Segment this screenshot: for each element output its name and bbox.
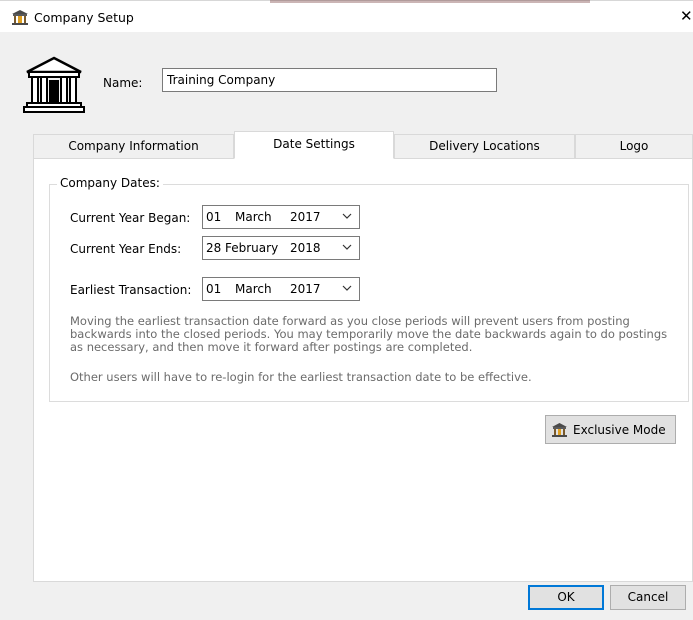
earliest-transaction-month: March <box>235 282 272 296</box>
earliest-transaction-label: Earliest Transaction: <box>70 283 192 297</box>
title-bar: Company Setup ✕ <box>0 0 693 32</box>
tab-logo[interactable]: Logo <box>575 134 693 158</box>
current-year-began-month: March <box>235 210 272 224</box>
company-name-input[interactable] <box>162 68 497 92</box>
tab-strip: Company Information Date Settings Delive… <box>33 131 693 159</box>
exclusive-mode-label: Exclusive Mode <box>573 423 666 437</box>
current-year-ends-day: 28 <box>206 241 222 255</box>
tab-company-information[interactable]: Company Information <box>33 134 234 158</box>
exclusive-mode-button[interactable]: Exclusive Mode <box>545 415 676 444</box>
chevron-down-icon[interactable] <box>342 283 352 293</box>
current-year-ends-month: February <box>225 241 279 255</box>
date-settings-panel: Company Dates: Current Year Began: 01 Ma… <box>33 158 693 582</box>
tab-delivery-locations[interactable]: Delivery Locations <box>394 134 575 158</box>
tab-date-settings[interactable]: Date Settings <box>234 131 394 159</box>
chevron-down-icon[interactable] <box>342 211 352 221</box>
dialog-body: Name: Company Information Date Settings … <box>0 32 693 620</box>
earliest-transaction-day: 01 <box>206 282 222 296</box>
current-year-began-year: 2017 <box>290 210 321 224</box>
current-year-ends-picker[interactable]: 28 February 2018 <box>202 236 360 260</box>
ok-button[interactable]: OK <box>528 585 604 610</box>
relogin-notice: Other users will have to re-login for th… <box>70 370 532 384</box>
current-year-ends-label: Current Year Ends: <box>70 242 182 256</box>
bank-icon <box>552 423 567 437</box>
chevron-down-icon[interactable] <box>342 242 352 252</box>
earliest-transaction-year: 2017 <box>290 282 321 296</box>
current-year-began-label: Current Year Began: <box>70 211 191 225</box>
earliest-transaction-notice: Moving the earliest transaction date for… <box>70 314 668 354</box>
company-dates-group: Company Dates: Current Year Began: 01 Ma… <box>49 176 689 402</box>
window-title: Company Setup <box>34 10 134 25</box>
current-year-ends-year: 2018 <box>290 241 321 255</box>
bank-icon <box>12 10 28 25</box>
cancel-button[interactable]: Cancel <box>610 585 686 610</box>
earliest-transaction-picker[interactable]: 01 March 2017 <box>202 277 360 301</box>
name-label: Name: <box>103 76 143 90</box>
current-year-began-picker[interactable]: 01 March 2017 <box>202 205 360 229</box>
current-year-began-day: 01 <box>206 210 222 224</box>
title-bar-accent <box>270 0 590 3</box>
close-icon[interactable]: ✕ <box>680 7 693 25</box>
bank-building-icon <box>23 56 85 113</box>
company-dates-title: Company Dates: <box>57 176 163 190</box>
